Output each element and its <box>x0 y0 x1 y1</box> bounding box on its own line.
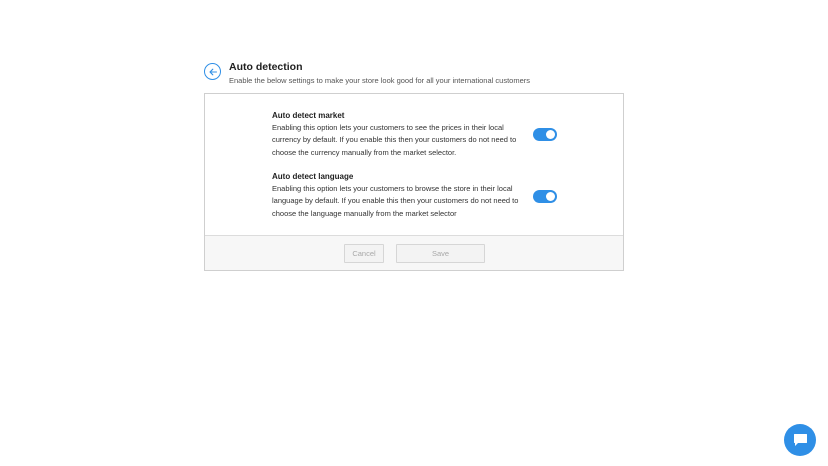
setting-description: Enabling this option lets your customers… <box>272 123 517 157</box>
page-subtitle: Enable the below settings to make your s… <box>229 76 530 85</box>
page-header: Auto detection Enable the below settings… <box>204 60 624 92</box>
setting-title: Auto detect market <box>272 111 345 120</box>
setting-title: Auto detect language <box>272 172 354 181</box>
settings-list: Auto detect market Enabling this option … <box>272 94 572 235</box>
setting-auto-detect-language: Auto detect language Enabling this optio… <box>272 171 572 220</box>
toggle-knob <box>546 192 555 201</box>
setting-auto-detect-market: Auto detect market Enabling this option … <box>272 110 572 159</box>
settings-card: Auto detect market Enabling this option … <box>204 93 624 271</box>
arrow-left-icon <box>208 68 217 75</box>
page-title: Auto detection <box>229 61 303 73</box>
auto-detect-market-toggle[interactable] <box>533 128 557 141</box>
auto-detect-language-toggle[interactable] <box>533 190 557 203</box>
toggle-knob <box>546 130 555 139</box>
back-button[interactable] <box>204 63 221 80</box>
chat-button[interactable] <box>784 424 816 456</box>
chat-bubble-icon <box>793 434 807 446</box>
setting-description: Enabling this option lets your customers… <box>272 184 519 218</box>
cancel-button[interactable]: Cancel <box>344 244 384 263</box>
card-footer: Cancel Save <box>205 235 623 270</box>
save-button[interactable]: Save <box>396 244 485 263</box>
